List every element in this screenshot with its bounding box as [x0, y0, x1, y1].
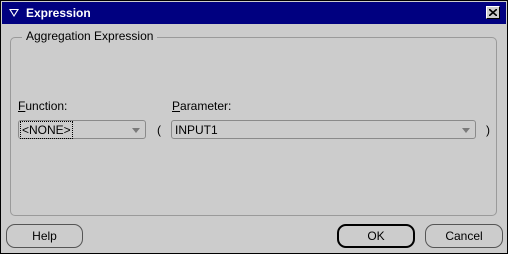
ok-button-label: OK [367, 229, 385, 243]
app-icon [9, 9, 19, 17]
function-select-value: <NONE> [20, 121, 73, 139]
function-label: Function: [18, 99, 68, 113]
chevron-down-icon[interactable] [462, 128, 470, 133]
close-button[interactable] [486, 6, 500, 19]
chevron-down-icon[interactable] [132, 128, 140, 133]
group-title: Aggregation Expression [22, 29, 158, 43]
title-bar[interactable]: Expression [2, 2, 506, 24]
parameter-select-value: INPUT1 [175, 123, 218, 137]
cancel-button[interactable]: Cancel [425, 224, 503, 248]
parameter-label: Parameter: [172, 99, 232, 113]
open-paren: ( [157, 123, 161, 137]
help-button-label: Help [32, 229, 57, 243]
close-icon [489, 9, 497, 16]
cancel-button-label: Cancel [445, 229, 483, 243]
parameter-select[interactable]: INPUT1 [171, 120, 476, 139]
function-select[interactable]: <NONE> [18, 120, 146, 139]
help-button[interactable]: Help [6, 224, 83, 248]
window-title: Expression [26, 6, 91, 20]
ok-button[interactable]: OK [337, 224, 415, 248]
close-paren: ) [486, 123, 490, 137]
